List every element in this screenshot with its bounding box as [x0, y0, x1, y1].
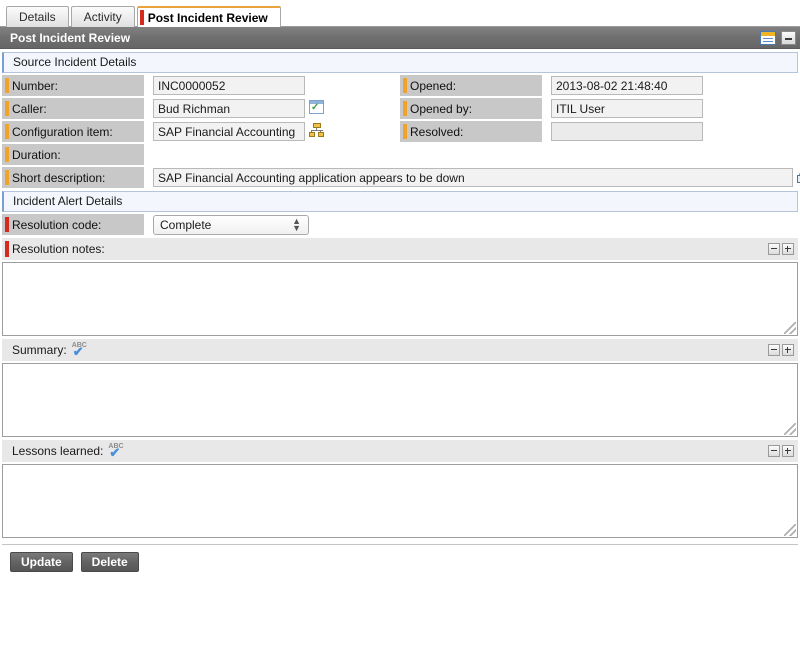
resolved-input[interactable] — [551, 122, 703, 141]
number-input[interactable] — [153, 76, 305, 95]
label-duration: Duration: — [2, 144, 144, 165]
short-description-input[interactable] — [153, 168, 793, 187]
expand-icon[interactable] — [782, 243, 794, 255]
textarea-header-lessons-learned: Lessons learned: ABC ✔ — [2, 440, 798, 462]
field-opened-wrap — [542, 75, 798, 96]
resolution-notes-size-buttons — [768, 243, 794, 255]
lessons-learned-size-buttons — [768, 445, 794, 457]
field-cell-duration: Duration: — [2, 144, 400, 165]
ci-relations-icon[interactable] — [309, 123, 325, 140]
label-opened-by: Opened by: — [400, 98, 542, 119]
label-number: Number: — [2, 75, 144, 96]
tab-bar: Details Activity Post Incident Review — [0, 0, 800, 27]
footer-buttons: Update Delete — [0, 552, 800, 572]
title-bar-icons — [760, 30, 796, 45]
label-lessons-learned: Lessons learned: — [12, 444, 104, 458]
textarea-box-resolution-notes — [2, 262, 798, 336]
tab-details[interactable]: Details — [6, 6, 69, 27]
label-resolution-notes: Resolution notes: — [12, 242, 105, 256]
field-resolution-code-wrap: Complete ▲ ▼ — [144, 214, 798, 235]
preview-record-icon[interactable] — [309, 100, 324, 117]
spellcheck-icon[interactable]: ABC ✔ — [107, 443, 125, 459]
opened-input[interactable] — [551, 76, 703, 95]
field-row-short-description: Short description: — [2, 167, 800, 188]
field-cell-number: Number: — [2, 75, 400, 96]
footer-divider — [2, 544, 798, 545]
form-title-bar: Post Incident Review — [0, 27, 800, 49]
collapse-icon[interactable] — [768, 243, 780, 255]
field-cell-resolution-code: Resolution code: Complete ▲ ▼ — [2, 214, 798, 235]
delete-button[interactable]: Delete — [80, 552, 139, 572]
caller-input[interactable] — [153, 99, 305, 118]
form-title: Post Incident Review — [10, 30, 131, 45]
section-header-source-incident-details: Source Incident Details — [2, 52, 798, 73]
field-row-caller-openedby: Caller: Opened by: — [2, 98, 798, 119]
collapse-icon[interactable] — [768, 445, 780, 457]
section-header-incident-alert-details: Incident Alert Details — [2, 191, 798, 212]
summary-size-buttons — [768, 344, 794, 356]
field-cell-blank — [400, 144, 798, 165]
tab-post-incident-review[interactable]: Post Incident Review — [136, 6, 281, 27]
spellcheck-icon[interactable]: ABC ✔ — [71, 342, 89, 358]
field-row-duration: Duration: — [2, 144, 798, 165]
textarea-header-resolution-notes: Resolution notes: — [2, 238, 798, 260]
update-button[interactable]: Update — [10, 552, 73, 572]
field-number-wrap — [144, 75, 400, 96]
expand-icon[interactable] — [782, 344, 794, 356]
label-short-description: Short description: — [2, 167, 144, 188]
field-row-ci-resolved: Configuration item: Resolved: — [2, 121, 798, 142]
list-view-icon[interactable] — [760, 30, 776, 45]
textarea-box-summary — [2, 363, 798, 437]
label-opened: Opened: — [400, 75, 542, 96]
summary-textarea[interactable] — [3, 364, 797, 436]
field-caller-wrap — [144, 98, 400, 119]
minimize-icon[interactable] — [781, 30, 796, 45]
field-duration-wrap — [144, 144, 400, 165]
field-row-number-opened: Number: Opened: — [2, 75, 798, 96]
label-configuration-item: Configuration item: — [2, 121, 144, 142]
field-configuration-item-wrap — [144, 121, 400, 142]
resolution-notes-textarea[interactable] — [3, 263, 797, 335]
resolution-code-select-wrap: Complete ▲ ▼ — [153, 214, 309, 235]
field-opened-by-wrap — [542, 98, 798, 119]
lessons-learned-textarea[interactable] — [3, 465, 797, 537]
tab-activity[interactable]: Activity — [70, 6, 135, 27]
textarea-header-summary: Summary: ABC ✔ — [2, 339, 798, 361]
field-cell-configuration-item: Configuration item: — [2, 121, 400, 142]
label-caller: Caller: — [2, 98, 144, 119]
textarea-box-lessons-learned — [2, 464, 798, 538]
label-resolved: Resolved: — [400, 121, 542, 142]
field-cell-caller: Caller: — [2, 98, 400, 119]
collapse-icon[interactable] — [768, 344, 780, 356]
field-cell-opened: Opened: — [400, 75, 798, 96]
opened-by-input[interactable] — [551, 99, 703, 118]
field-row-resolution-code: Resolution code: Complete ▲ ▼ — [2, 214, 798, 235]
expand-icon[interactable] — [782, 445, 794, 457]
field-short-description-wrap — [144, 167, 800, 188]
field-cell-short-description: Short description: — [2, 167, 800, 188]
label-summary: Summary: — [12, 343, 67, 357]
field-resolved-wrap — [542, 121, 798, 142]
configuration-item-input[interactable] — [153, 122, 305, 141]
field-cell-opened-by: Opened by: — [400, 98, 798, 119]
field-cell-resolved: Resolved: — [400, 121, 798, 142]
resolution-code-select[interactable]: Complete — [153, 214, 309, 235]
label-resolution-code: Resolution code: — [2, 214, 144, 235]
